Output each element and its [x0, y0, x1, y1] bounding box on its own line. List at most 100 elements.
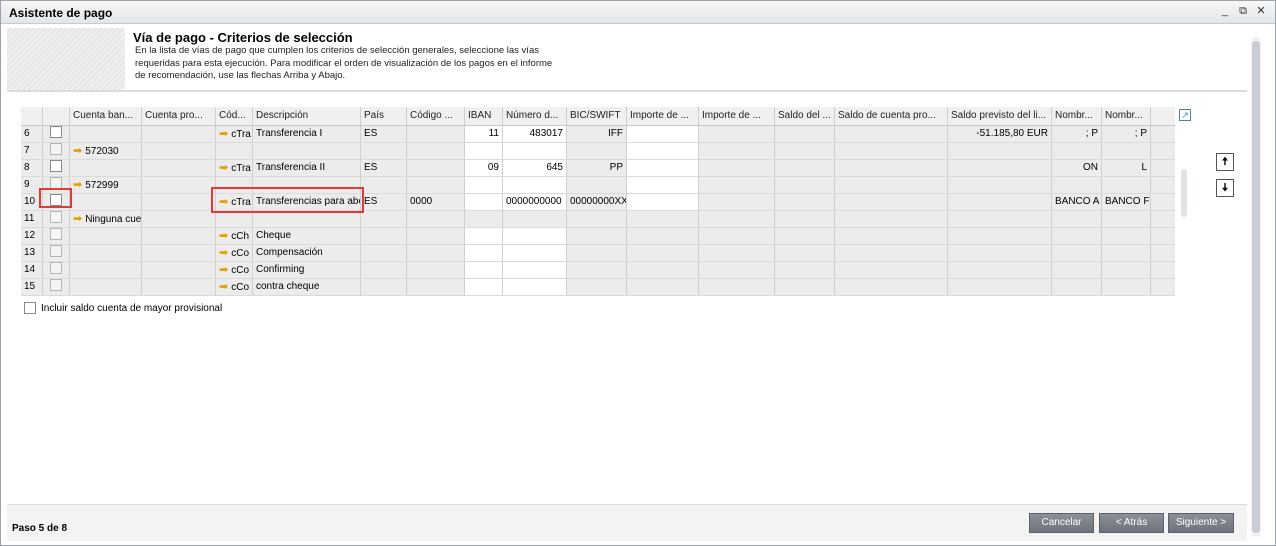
account-number-cell[interactable]: [503, 245, 567, 261]
amount-from-cell[interactable]: [627, 245, 699, 261]
account-number-cell[interactable]: 483017: [503, 126, 567, 142]
select-cell[interactable]: [43, 160, 70, 176]
amount-from-cell[interactable]: [627, 126, 699, 142]
column-header[interactable]: Saldo previsto del li...: [948, 107, 1052, 125]
grid-row[interactable]: 10 ➡ cTra Transferencias para abo ES 0000 0000…: [21, 194, 1175, 211]
amount-from-cell[interactable]: [627, 143, 699, 159]
column-header[interactable]: Nombr...: [1052, 107, 1102, 125]
select-checkbox[interactable]: [50, 194, 62, 207]
amount-to-cell[interactable]: [699, 194, 775, 210]
amount-from-cell[interactable]: [627, 262, 699, 278]
grid-row[interactable]: 12 ➡ cCh Cheque: [21, 228, 1175, 245]
column-header[interactable]: Cuenta pro...: [142, 107, 216, 125]
select-checkbox[interactable]: [50, 279, 62, 292]
select-cell[interactable]: [43, 245, 70, 261]
column-header[interactable]: Cuenta ban...: [70, 107, 142, 125]
grid-row[interactable]: 9 ➡ 572999: [21, 177, 1175, 194]
select-cell[interactable]: [43, 143, 70, 159]
account-number-cell[interactable]: [503, 262, 567, 278]
amount-from-cell[interactable]: [627, 279, 699, 295]
link-arrow-icon[interactable]: ➡: [219, 279, 228, 295]
move-up-button[interactable]: 🠅: [1216, 153, 1234, 171]
iban-cell[interactable]: [465, 143, 503, 159]
iban-cell[interactable]: [465, 245, 503, 261]
column-header[interactable]: País: [361, 107, 407, 125]
amount-from-cell[interactable]: [627, 160, 699, 176]
restore-icon[interactable]: ⧉: [1237, 4, 1249, 18]
column-header[interactable]: Número d...: [503, 107, 567, 125]
iban-cell[interactable]: [465, 228, 503, 244]
include-provisional-balance[interactable]: Incluir saldo cuenta de mayor provisiona…: [24, 302, 222, 314]
grid-row[interactable]: 14 ➡ cCo Confirming: [21, 262, 1175, 279]
grid-row[interactable]: 15 ➡ cCo contra cheque: [21, 279, 1175, 296]
cancel-button[interactable]: Cancelar: [1029, 513, 1094, 533]
include-provisional-checkbox[interactable]: [24, 302, 36, 314]
link-arrow-icon[interactable]: ➡: [219, 194, 228, 210]
vertical-scrollbar[interactable]: [1251, 37, 1261, 537]
select-checkbox[interactable]: [50, 262, 62, 275]
column-header[interactable]: Descripción: [253, 107, 361, 125]
select-checkbox[interactable]: [50, 245, 62, 258]
select-checkbox[interactable]: [50, 126, 62, 139]
amount-to-cell[interactable]: [699, 126, 775, 142]
select-cell[interactable]: [43, 126, 70, 142]
iban-cell[interactable]: [465, 262, 503, 278]
column-header[interactable]: Importe de ...: [699, 107, 775, 125]
iban-cell[interactable]: [465, 279, 503, 295]
grid-row[interactable]: 11 ➡ Ninguna cue: [21, 211, 1175, 228]
amount-from-cell[interactable]: [627, 177, 699, 193]
column-header[interactable]: Cód...: [216, 107, 253, 125]
move-down-button[interactable]: 🠇: [1216, 179, 1234, 197]
close-icon[interactable]: ✕: [1255, 4, 1267, 18]
column-header[interactable]: Saldo de cuenta pro...: [835, 107, 948, 125]
amount-to-cell[interactable]: [699, 177, 775, 193]
grid-row[interactable]: 13 ➡ cCo Compensación: [21, 245, 1175, 262]
amount-to-cell[interactable]: [699, 262, 775, 278]
account-number-cell[interactable]: [503, 177, 567, 193]
select-cell[interactable]: [43, 262, 70, 278]
scrollbar-thumb[interactable]: [1252, 41, 1260, 533]
account-number-cell[interactable]: [503, 228, 567, 244]
column-header[interactable]: Saldo del ...: [775, 107, 835, 125]
link-arrow-icon[interactable]: ➡: [219, 245, 228, 261]
column-header[interactable]: BIC/SWIFT: [567, 107, 627, 125]
select-checkbox[interactable]: [50, 211, 62, 224]
iban-cell[interactable]: [465, 211, 503, 227]
select-cell[interactable]: [43, 177, 70, 193]
amount-from-cell[interactable]: [627, 211, 699, 227]
grid-scrollbar[interactable]: [1181, 169, 1187, 217]
amount-from-cell[interactable]: [627, 228, 699, 244]
amount-to-cell[interactable]: [699, 211, 775, 227]
link-arrow-icon[interactable]: ➡: [73, 211, 82, 227]
amount-to-cell[interactable]: [699, 160, 775, 176]
column-header[interactable]: [21, 107, 43, 125]
select-checkbox[interactable]: [50, 143, 62, 156]
iban-cell[interactable]: 11: [465, 126, 503, 142]
iban-cell[interactable]: 09: [465, 160, 503, 176]
iban-cell[interactable]: [465, 194, 503, 210]
account-number-cell[interactable]: [503, 143, 567, 159]
column-header[interactable]: [43, 107, 70, 125]
select-cell[interactable]: [43, 228, 70, 244]
account-number-cell[interactable]: 645: [503, 160, 567, 176]
expand-grid-icon[interactable]: ↗: [1179, 109, 1191, 121]
column-header[interactable]: IBAN: [465, 107, 503, 125]
account-number-cell[interactable]: [503, 279, 567, 295]
link-arrow-icon[interactable]: ➡: [219, 126, 228, 142]
column-header[interactable]: Nombr...: [1102, 107, 1151, 125]
link-arrow-icon[interactable]: ➡: [73, 177, 82, 193]
next-button[interactable]: Siguiente >: [1168, 513, 1234, 533]
amount-to-cell[interactable]: [699, 245, 775, 261]
select-checkbox[interactable]: [50, 228, 62, 241]
select-checkbox[interactable]: [50, 160, 62, 173]
back-button[interactable]: < Atrás: [1099, 513, 1164, 533]
grid-row[interactable]: 6 ➡ cTra Transferencia I ES 11 483017 IFF -51.18…: [21, 126, 1175, 143]
amount-from-cell[interactable]: [627, 194, 699, 210]
link-arrow-icon[interactable]: ➡: [219, 262, 228, 278]
grid-row[interactable]: 8 ➡ cTra Transferencia II ES 09 645 PP ON L: [21, 160, 1175, 177]
column-header[interactable]: Importe de ...: [627, 107, 699, 125]
select-cell[interactable]: [43, 211, 70, 227]
select-cell[interactable]: [43, 194, 70, 210]
select-cell[interactable]: [43, 279, 70, 295]
account-number-cell[interactable]: 0000000000: [503, 194, 567, 210]
